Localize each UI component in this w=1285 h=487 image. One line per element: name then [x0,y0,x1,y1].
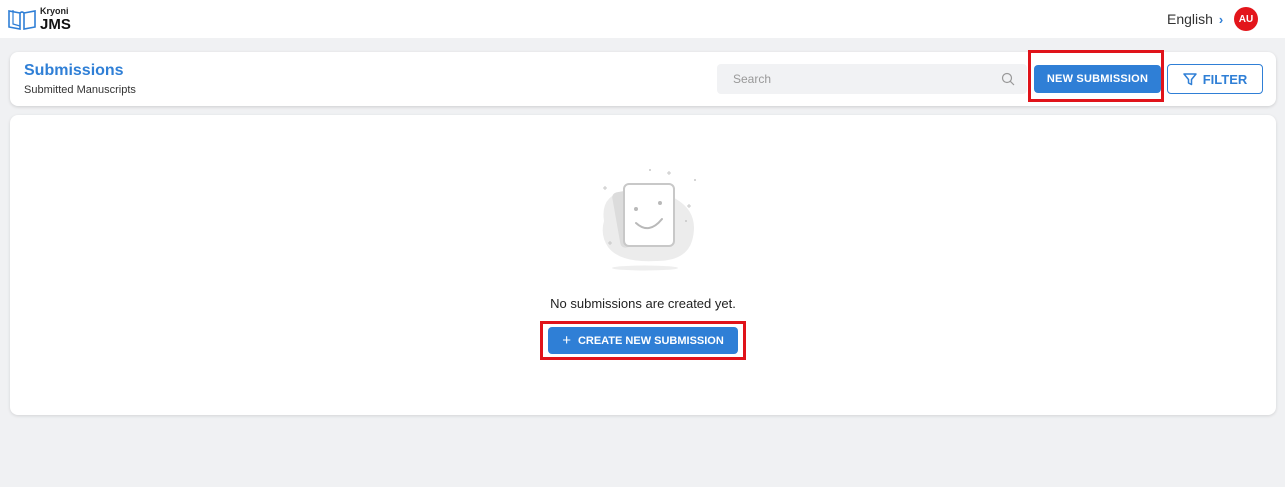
create-new-submission-button[interactable]: + CREATE NEW SUBMISSION [548,327,738,354]
top-bar: Kryoni JMS English › AU [0,0,1285,38]
brand-name: JMS [40,15,71,33]
language-selector[interactable]: English › [1167,11,1223,27]
filter-label: FILTER [1202,71,1248,87]
page-subtitle: Submitted Manuscripts [24,84,136,96]
search-box [717,64,1027,94]
brand-small: Kryoni [40,5,69,16]
create-new-submission-label: CREATE NEW SUBMISSION [577,334,724,347]
page-title: Submissions [24,62,124,79]
search-icon[interactable] [1001,72,1015,86]
chevron-right-icon: › [1218,11,1224,27]
page-header: Submissions Submitted Manuscripts NEW SU… [10,50,1276,106]
empty-state-message: No submissions are created yet. [550,296,736,311]
app-logo[interactable]: Kryoni JMS [7,5,71,33]
filter-button[interactable]: FILTER [1167,64,1263,94]
language-label: English [1167,11,1213,27]
filter-icon [1182,72,1197,85]
plus-icon: + [562,332,571,349]
submissions-panel: No submissions are created yet. + CREATE… [10,115,1276,415]
search-input[interactable] [733,65,993,93]
avatar[interactable]: AU [1234,7,1258,31]
book-icon [8,10,36,30]
empty-state-illustration [602,169,696,271]
new-submission-button[interactable]: NEW SUBMISSION [1034,65,1161,93]
